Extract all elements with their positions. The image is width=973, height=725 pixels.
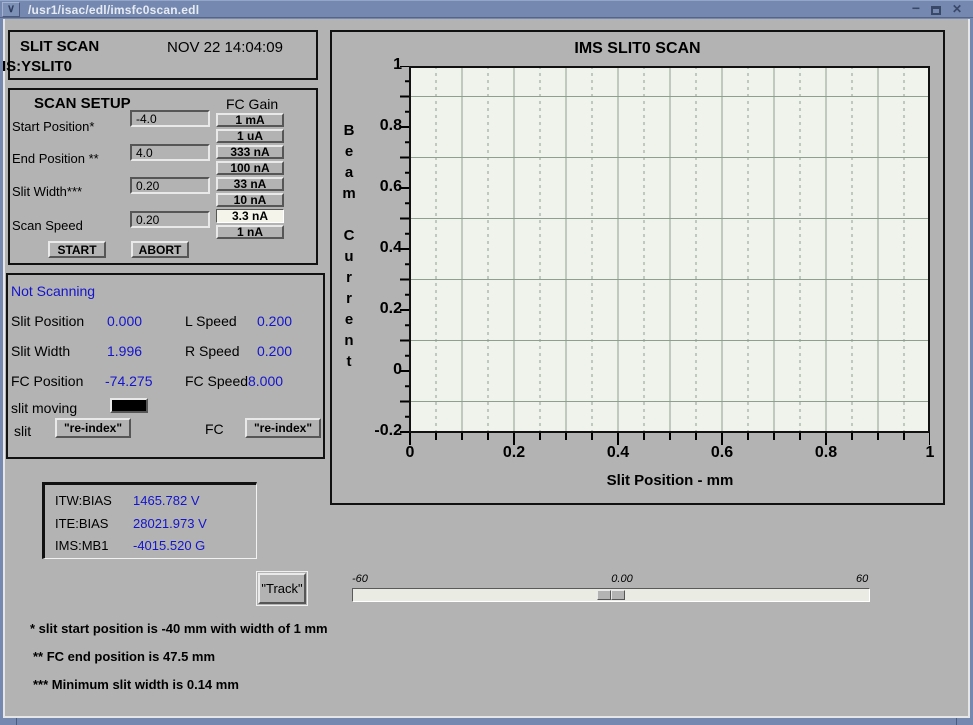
fc-gain-option[interactable]: 3.3 nA	[216, 209, 284, 223]
slit-width-status-value: 1.996	[107, 343, 142, 359]
fc-gain-option[interactable]: 10 nA	[216, 193, 284, 207]
footnote-1: * slit start position is -40 mm with wid…	[30, 621, 328, 636]
abort-button[interactable]: ABORT	[131, 241, 189, 258]
slit-moving-label: slit moving	[11, 400, 77, 416]
track-button-frame: "Track"	[256, 571, 308, 606]
itw-bias-value: 1465.782 V	[133, 493, 200, 508]
chart-title: IMS SLIT0 SCAN	[332, 40, 943, 58]
slit-width-input[interactable]	[130, 177, 210, 194]
scan-setup-title: SCAN SETUP	[34, 95, 131, 112]
status-panel: Not Scanning Slit Position 0.000 L Speed…	[6, 273, 325, 459]
fc-gain-option[interactable]: 1 uA	[216, 129, 284, 143]
track-button[interactable]: "Track"	[258, 573, 306, 604]
ims-mb1-label: IMS:MB1	[55, 538, 108, 553]
readbacks-panel: ITW:BIAS 1465.782 V ITE:BIAS 28021.973 V…	[42, 482, 257, 559]
r-speed-value: 0.200	[257, 343, 292, 359]
fc-gain-option[interactable]: 1 mA	[216, 113, 284, 127]
slider-thumb[interactable]	[597, 590, 625, 600]
l-speed-value: 0.200	[257, 313, 292, 329]
slit-moving-indicator	[110, 398, 148, 413]
app-window: ∨ /usr1/isac/edl/imsfc0scan.edl − ✕ SLIT…	[0, 0, 973, 725]
start-button[interactable]: START	[48, 241, 106, 258]
fc-position-slider[interactable]	[352, 588, 870, 602]
slit-position-label: Slit Position	[11, 313, 84, 329]
fc-speed-value: 8.000	[248, 373, 283, 389]
footnote-2: ** FC end position is 47.5 mm	[33, 649, 215, 664]
slit-label: slit	[14, 423, 31, 439]
ite-bias-label: ITE:BIAS	[55, 516, 108, 531]
r-speed-label: R Speed	[185, 343, 239, 359]
fc-gain-option[interactable]: 333 nA	[216, 145, 284, 159]
fc-gain-option[interactable]: 1 nA	[216, 225, 284, 239]
scan-speed-label: Scan Speed	[12, 218, 83, 233]
itw-bias-label: ITW:BIAS	[55, 493, 112, 508]
end-position-input[interactable]	[130, 144, 210, 161]
fc-reindex-button[interactable]: "re-index"	[245, 418, 321, 438]
fc-position-value: -74.275	[105, 373, 152, 389]
slider-max-label: 60	[856, 573, 868, 585]
scan-setup-panel: SCAN SETUP Start Position* End Position …	[8, 88, 318, 265]
fc-label: FC	[205, 421, 224, 437]
fc-speed-label: FC Speed	[185, 373, 248, 389]
start-position-input[interactable]	[130, 110, 210, 127]
fc-gain-option[interactable]: 100 nA	[216, 161, 284, 175]
scan-speed-input[interactable]	[130, 211, 210, 228]
l-speed-label: L Speed	[185, 313, 237, 329]
start-position-label: Start Position*	[12, 119, 94, 134]
fc-gain-title: FC Gain	[226, 96, 278, 112]
slit-width-status-label: Slit Width	[11, 343, 70, 359]
scan-chart: IMS SLIT0 SCAN Beam Current 10.80.60.40.…	[330, 30, 945, 505]
fc-gain-option[interactable]: 33 nA	[216, 177, 284, 191]
y-axis-title: Beam Current	[338, 120, 360, 372]
fc-position-label: FC Position	[11, 373, 83, 389]
slit-position-value: 0.000	[107, 313, 142, 329]
slider-value-label: 0.00	[592, 573, 652, 585]
slider-min-label: -60	[352, 573, 368, 585]
device-name: IS:YSLIT0	[2, 58, 72, 75]
ite-bias-value: 28021.973 V	[133, 516, 207, 531]
slit-width-label: Slit Width***	[12, 184, 82, 199]
footnote-3: *** Minimum slit width is 0.14 mm	[33, 677, 239, 692]
scan-state: Not Scanning	[11, 283, 95, 299]
plot-area	[390, 66, 930, 447]
slit-reindex-button[interactable]: "re-index"	[55, 418, 131, 438]
ims-mb1-value: -4015.520 G	[133, 538, 205, 553]
end-position-label: End Position **	[12, 151, 99, 166]
page-title: SLIT SCAN	[20, 38, 99, 55]
timestamp: NOV 22 14:04:09	[167, 39, 283, 56]
x-axis-title: Slit Position - mm	[410, 472, 930, 489]
